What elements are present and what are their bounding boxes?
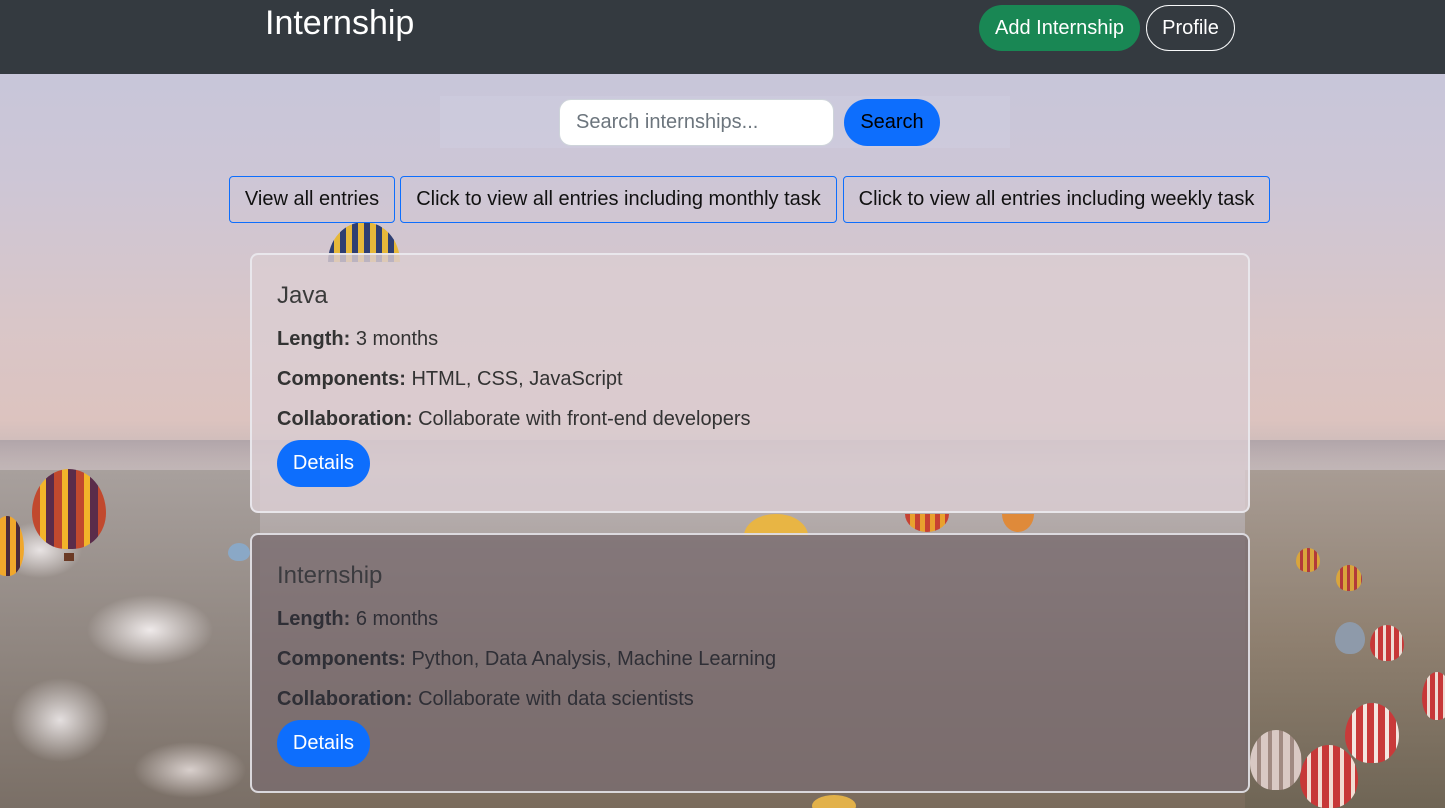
balloon-image: [1002, 514, 1034, 532]
card-title: Internship: [277, 562, 383, 589]
balloon-image: [1422, 672, 1445, 720]
internship-card: Java Length: 3 months Components: HTML, …: [250, 253, 1250, 513]
card-length-label: Length:: [277, 608, 351, 630]
balloon-image: [1296, 548, 1320, 572]
details-button[interactable]: Details: [277, 720, 370, 767]
card-collaboration-value: Collaborate with data scientists: [418, 688, 694, 710]
filter-view-all-button[interactable]: View all entries: [229, 176, 395, 223]
balloon-image: [1335, 622, 1365, 654]
card-components-label: Components:: [277, 648, 406, 670]
navbar-brand[interactable]: Internship: [265, 3, 414, 43]
filter-weekly-task-button[interactable]: Click to view all entries including week…: [843, 176, 1270, 223]
card-collaboration-label: Collaboration:: [277, 408, 413, 430]
card-length-value: 6 months: [355, 608, 439, 630]
card-title: Java: [277, 282, 328, 309]
balloon-image: [1370, 625, 1404, 661]
navbar: Internship Add Internship Profile: [0, 0, 1445, 74]
search-button[interactable]: Search: [844, 99, 940, 146]
card-collaboration: Collaboration: Collaborate with front-en…: [277, 407, 1248, 431]
card-length: Length: 6 months: [277, 607, 1248, 631]
balloon-image: [812, 795, 856, 808]
balloon-image: [1300, 745, 1358, 808]
card-collaboration-label: Collaboration:: [277, 688, 413, 710]
card-length-value: 3 months: [355, 328, 439, 350]
profile-button[interactable]: Profile: [1146, 5, 1235, 51]
card-components: Components: Python, Data Analysis, Machi…: [277, 647, 1248, 671]
search-input[interactable]: [559, 99, 834, 146]
balloon-image: [1250, 730, 1302, 790]
balloon-image: [32, 469, 106, 561]
card-length: Length: 3 months: [277, 327, 1248, 351]
internship-card: Internship Length: 6 months Components: …: [250, 533, 1250, 793]
details-button[interactable]: Details: [277, 440, 370, 487]
add-internship-button[interactable]: Add Internship: [979, 5, 1140, 51]
balloon-image: [228, 543, 250, 561]
balloon-image: [1345, 703, 1399, 763]
card-length-label: Length:: [277, 328, 351, 350]
card-components-label: Components:: [277, 368, 406, 390]
card-collaboration: Collaboration: Collaborate with data sci…: [277, 687, 1248, 711]
card-components: Components: HTML, CSS, JavaScript: [277, 367, 1248, 391]
card-collaboration-value: Collaborate with front-end developers: [418, 408, 751, 430]
balloon-image: [1336, 565, 1362, 591]
balloon-image: [905, 514, 949, 532]
card-components-value: Python, Data Analysis, Machine Learning: [411, 648, 777, 670]
card-components-value: HTML, CSS, JavaScript: [411, 368, 623, 390]
filter-monthly-task-button[interactable]: Click to view all entries including mont…: [400, 176, 837, 223]
